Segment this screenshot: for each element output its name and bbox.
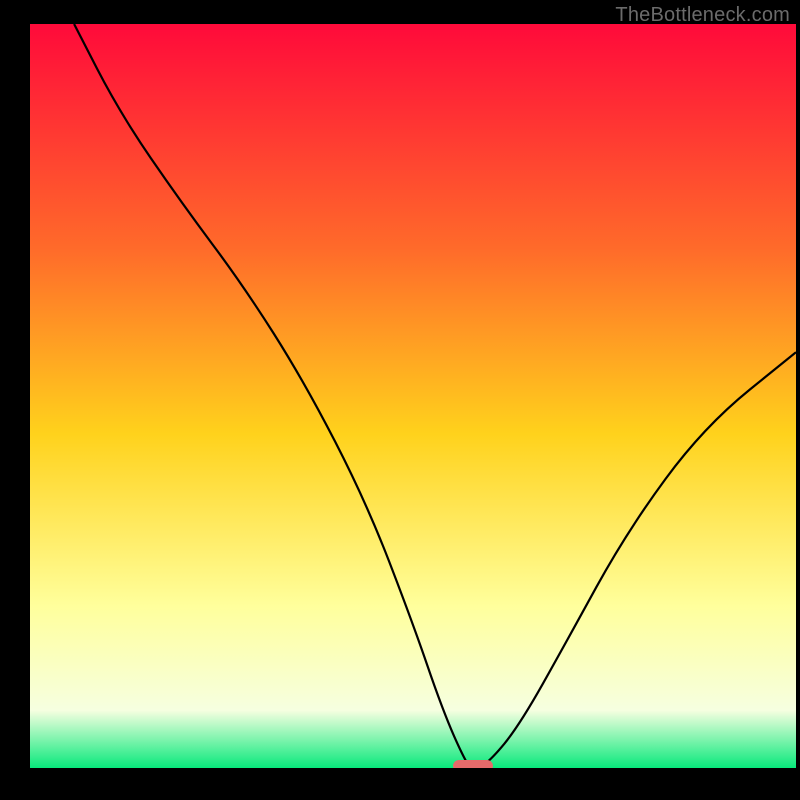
- x-axis: [28, 768, 796, 770]
- y-axis: [28, 24, 30, 770]
- watermark-text: TheBottleneck.com: [615, 4, 790, 27]
- chart-container: TheBottleneck.com: [0, 0, 800, 800]
- bottleneck-curve: [28, 24, 796, 770]
- plot-area: [28, 24, 796, 770]
